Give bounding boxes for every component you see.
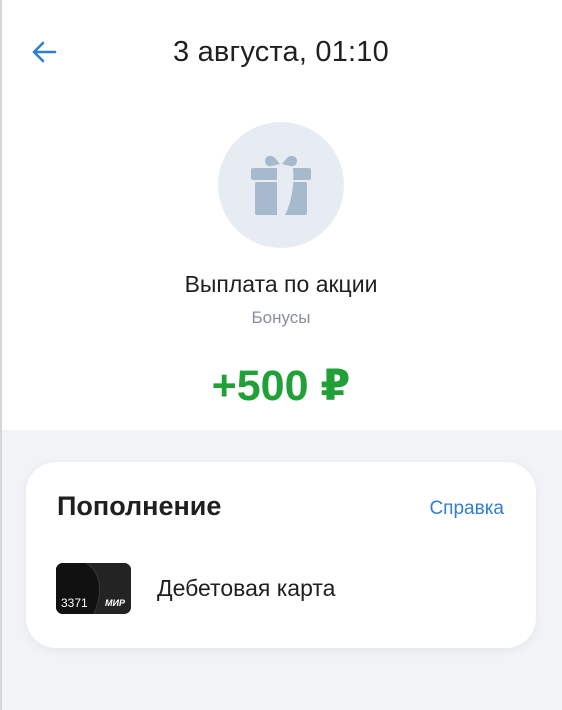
gift-icon-badge	[218, 122, 344, 248]
page-title: 3 августа, 01:10	[173, 36, 389, 68]
section-title: Пополнение	[57, 491, 222, 521]
payment-system-logo: МИР	[105, 597, 125, 608]
header: 3 августа, 01:10	[0, 18, 562, 86]
transaction-amount: +500 ₽	[211, 362, 351, 410]
transaction-category: Бонусы	[251, 308, 311, 327]
gift-icon	[251, 155, 311, 215]
account-row[interactable]: 3371 МИР Дебетовая карта	[56, 562, 506, 614]
transaction-screen: 3 августа, 01:10 Выплата по акции Бонусы…	[0, 0, 562, 710]
details-card: Пополнение Справка 3371 МИР Дебетовая ка…	[26, 462, 536, 648]
transaction-title: Выплата по акции	[184, 271, 378, 297]
bank-card-thumbnail: 3371 МИР	[56, 562, 131, 614]
card-last-digits: 3371	[61, 595, 88, 610]
help-link[interactable]: Справка	[429, 496, 504, 522]
window-edge	[0, 0, 2, 710]
account-name: Дебетовая карта	[157, 575, 336, 601]
